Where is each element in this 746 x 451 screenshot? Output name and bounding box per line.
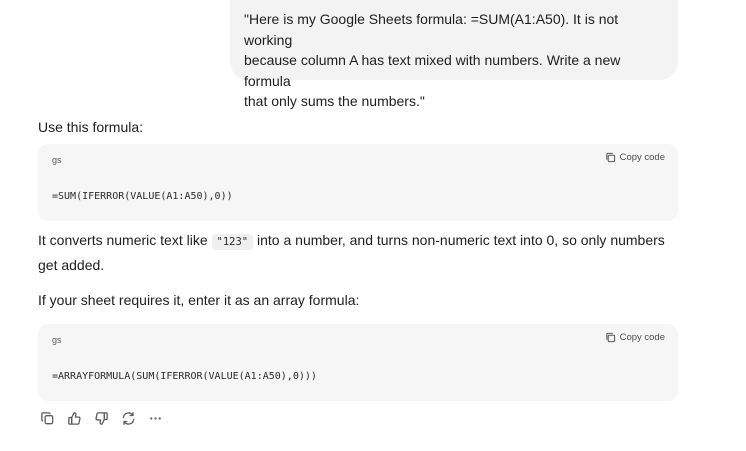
copy-code-button[interactable]: Copy code bbox=[605, 332, 665, 343]
code-language-label: gs bbox=[52, 335, 62, 345]
code-block: gs Copy code =SUM(IFERROR(VALUE(A1:A50),… bbox=[38, 144, 678, 221]
thumbs-up-button[interactable] bbox=[65, 409, 84, 428]
copy-icon bbox=[605, 332, 616, 343]
code-language-label: gs bbox=[52, 155, 62, 165]
thumbs-up-icon bbox=[67, 411, 82, 426]
array-formula-note: If your sheet requires it, enter it as a… bbox=[38, 292, 360, 308]
copy-code-label: Copy code bbox=[619, 152, 665, 163]
copy-code-button[interactable]: Copy code bbox=[605, 152, 665, 163]
explanation-text: It converts numeric text like bbox=[38, 232, 212, 248]
code-block: gs Copy code =ARRAYFORMULA(SUM(IFERROR(V… bbox=[38, 324, 678, 401]
user-message-line: that only sums the numbers." bbox=[244, 93, 425, 109]
copy-icon bbox=[40, 411, 55, 426]
user-message-line: "Here is my Google Sheets formula: =SUM(… bbox=[244, 11, 619, 48]
code-content: =ARRAYFORMULA(SUM(IFERROR(VALUE(A1:A50),… bbox=[52, 371, 317, 382]
explanation-paragraph: It converts numeric text like "123" into… bbox=[38, 229, 678, 277]
more-options-button[interactable] bbox=[146, 409, 165, 428]
code-content: =SUM(IFERROR(VALUE(A1:A50),0)) bbox=[52, 191, 233, 202]
copy-code-label: Copy code bbox=[619, 332, 665, 343]
regenerate-icon bbox=[121, 411, 136, 426]
regenerate-button[interactable] bbox=[119, 409, 138, 428]
user-message-bubble: "Here is my Google Sheets formula: =SUM(… bbox=[230, 0, 678, 109]
thumbs-down-icon bbox=[94, 411, 109, 426]
assistant-intro-text: Use this formula: bbox=[38, 119, 144, 135]
user-message-line: because column A has text mixed with num… bbox=[244, 52, 621, 89]
copy-icon bbox=[605, 152, 616, 163]
thumbs-down-button[interactable] bbox=[92, 409, 111, 428]
message-action-bar bbox=[38, 409, 165, 428]
more-icon bbox=[148, 411, 163, 426]
copy-message-button[interactable] bbox=[38, 409, 57, 428]
inline-code: "123" bbox=[211, 234, 254, 250]
